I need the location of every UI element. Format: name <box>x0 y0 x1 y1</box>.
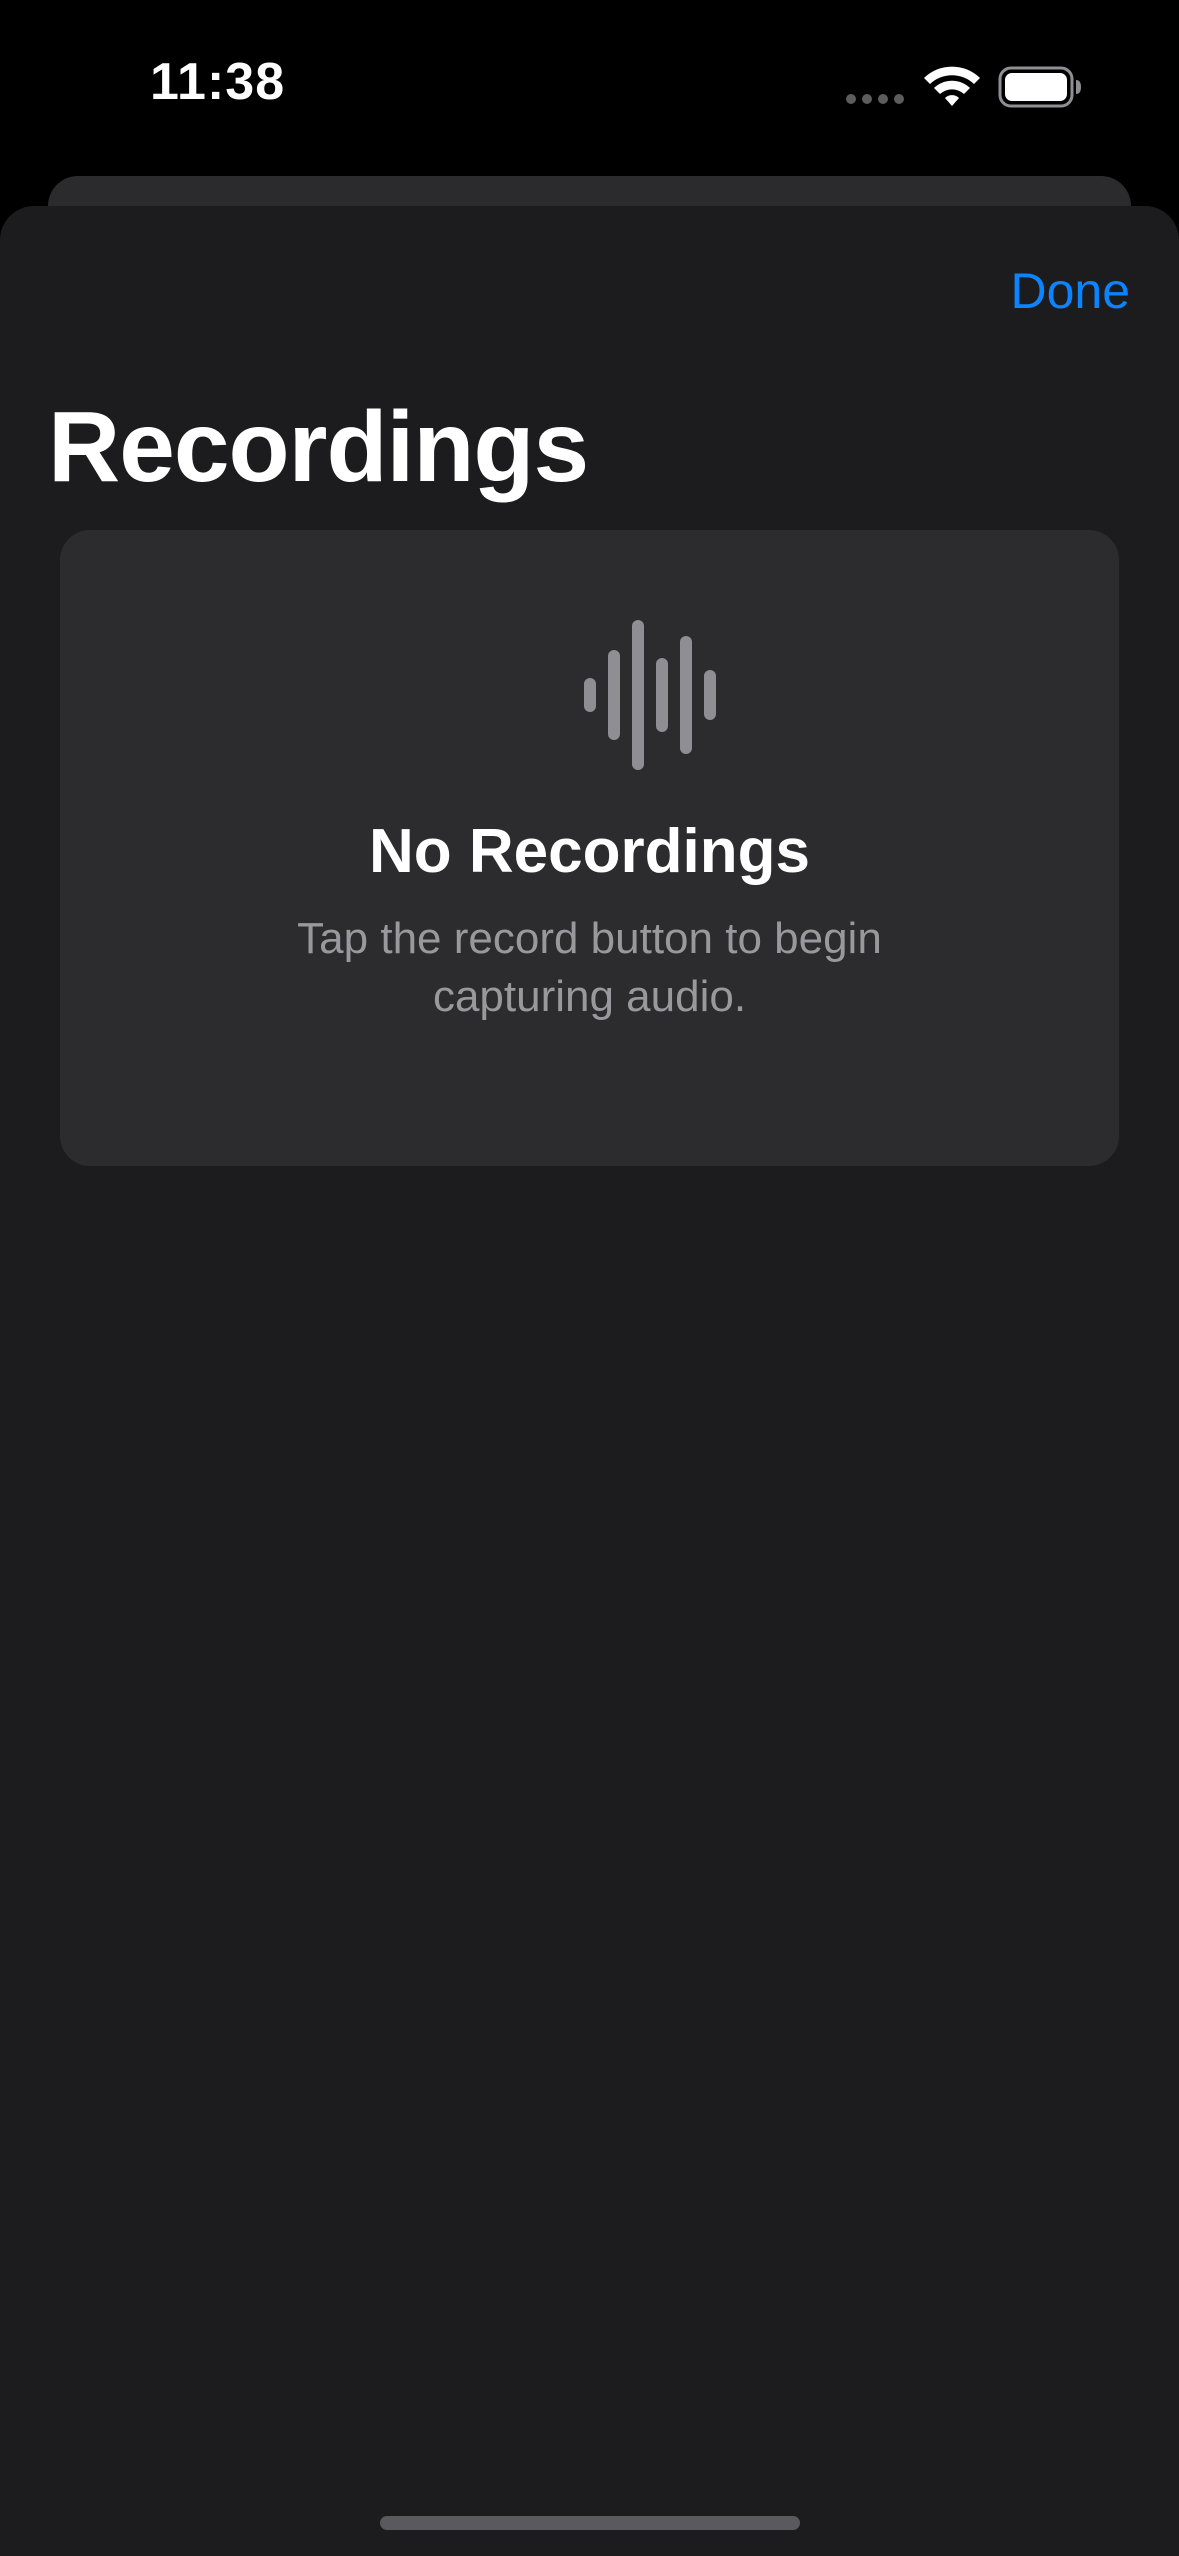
status-time: 11:38 <box>150 53 286 111</box>
home-indicator[interactable] <box>380 2516 800 2530</box>
empty-state-card: No Recordings Tap the record button to b… <box>60 530 1119 1166</box>
done-button[interactable]: Done <box>1010 262 1130 320</box>
battery-icon <box>998 66 1081 108</box>
page-title: Recordings <box>48 391 589 503</box>
status-bar: 11:38 <box>0 0 1179 170</box>
cellular-dots-icon <box>846 94 904 104</box>
empty-state-title: No Recordings <box>369 817 810 886</box>
empty-state-message: Tap the record button to begin capturing… <box>297 914 882 1021</box>
wifi-icon <box>924 66 980 106</box>
recordings-sheet: Done Recordings No Recordings Tap the re… <box>0 206 1179 2556</box>
waveform-icon <box>584 620 716 770</box>
screen: 11:38 Done Recordings No Recordings Tap … <box>0 0 1179 2556</box>
